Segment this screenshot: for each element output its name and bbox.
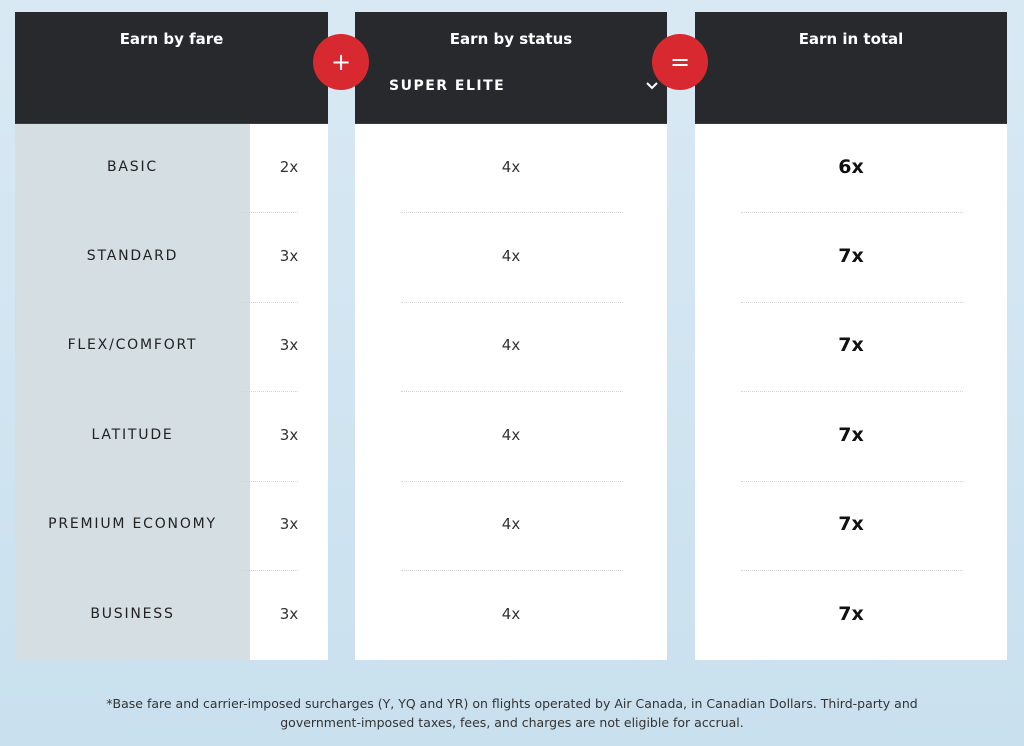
total-row: 7x bbox=[695, 482, 1007, 571]
status-earn-rate: 4x bbox=[501, 425, 521, 444]
total-earn-rate: 6x bbox=[838, 155, 864, 178]
fare-type-label: FLEX/COMFORT bbox=[67, 337, 198, 354]
total-earn-rate: 7x bbox=[838, 513, 864, 536]
status-earn-rate: 4x bbox=[501, 604, 521, 623]
fare-rows: BASIC 2x STANDARD 3x FLEX/COMFORT 3x LATITUDE 3… bbox=[15, 124, 328, 660]
earn-in-total-column: Earn in total 6x 7x 7x 7x 7x 7x bbox=[695, 12, 1007, 660]
total-row: 7x bbox=[695, 571, 1007, 660]
fare-earn-rate: 3x bbox=[279, 247, 299, 266]
earn-by-fare-title: Earn by fare bbox=[119, 30, 224, 48]
fare-type-label: BASIC bbox=[107, 158, 158, 175]
total-row: 6x bbox=[695, 124, 1007, 214]
total-earn-rate: 7x bbox=[838, 423, 864, 446]
status-row: 4x bbox=[355, 213, 667, 303]
status-row: 4x bbox=[355, 124, 667, 214]
total-row: 7x bbox=[695, 303, 1007, 393]
fare-row: BASIC 2x bbox=[15, 124, 328, 214]
status-row: 4x bbox=[355, 303, 667, 393]
status-row: 4x bbox=[355, 392, 667, 482]
total-earn-rate: 7x bbox=[838, 334, 864, 357]
fare-earn-rate: 2x bbox=[279, 157, 299, 176]
status-rows: 4x 4x 4x 4x 4x 4x bbox=[355, 124, 667, 660]
fare-earn-rate: 3x bbox=[279, 336, 299, 355]
status-earn-rate: 4x bbox=[501, 515, 521, 534]
earn-by-status-header: Earn by status SUPER ELITE bbox=[355, 12, 667, 124]
status-earn-rate: 4x bbox=[501, 336, 521, 355]
fare-type-label: STANDARD bbox=[86, 248, 179, 265]
fare-earn-rate: 3x bbox=[279, 515, 299, 534]
total-earn-rate: 7x bbox=[838, 602, 864, 625]
status-earn-rate: 4x bbox=[501, 157, 521, 176]
earn-in-total-title: Earn in total bbox=[798, 30, 904, 48]
fare-row: LATITUDE 3x bbox=[15, 392, 328, 482]
fare-row: FLEX/COMFORT 3x bbox=[15, 303, 328, 393]
status-row: 4x bbox=[355, 571, 667, 660]
fare-type-label: BUSINESS bbox=[90, 605, 175, 622]
footnote: *Base fare and carrier-imposed surcharge… bbox=[106, 696, 918, 730]
fare-row: STANDARD 3x bbox=[15, 213, 328, 303]
fare-row: PREMIUM ECONOMY 3x bbox=[15, 482, 328, 571]
selected-status: SUPER ELITE bbox=[389, 78, 506, 94]
earn-in-total-header: Earn in total bbox=[695, 12, 1007, 124]
plus-icon: + bbox=[313, 34, 369, 90]
fare-type-label: LATITUDE bbox=[91, 426, 174, 443]
earn-by-status-title: Earn by status bbox=[449, 30, 573, 48]
total-rows: 6x 7x 7x 7x 7x 7x bbox=[695, 124, 1007, 660]
total-earn-rate: 7x bbox=[838, 245, 864, 268]
equals-icon: = bbox=[652, 34, 708, 90]
fare-earn-rate: 3x bbox=[279, 425, 299, 444]
total-row: 7x bbox=[695, 213, 1007, 303]
status-row: 4x bbox=[355, 482, 667, 571]
earn-by-status-column: Earn by status SUPER ELITE 4x 4x 4x 4x 4x 4x bbox=[355, 12, 667, 660]
status-dropdown[interactable]: SUPER ELITE bbox=[389, 78, 661, 102]
earn-by-fare-header: Earn by fare bbox=[15, 12, 328, 124]
fare-earn-rate: 3x bbox=[279, 604, 299, 623]
status-earn-rate: 4x bbox=[501, 247, 521, 266]
total-row: 7x bbox=[695, 392, 1007, 482]
earn-by-fare-column: Earn by fare BASIC 2x STANDARD 3x FLEX/COMFO… bbox=[15, 12, 328, 660]
fare-row: BUSINESS 3x bbox=[15, 571, 328, 660]
fare-type-label: PREMIUM ECONOMY bbox=[48, 516, 217, 533]
